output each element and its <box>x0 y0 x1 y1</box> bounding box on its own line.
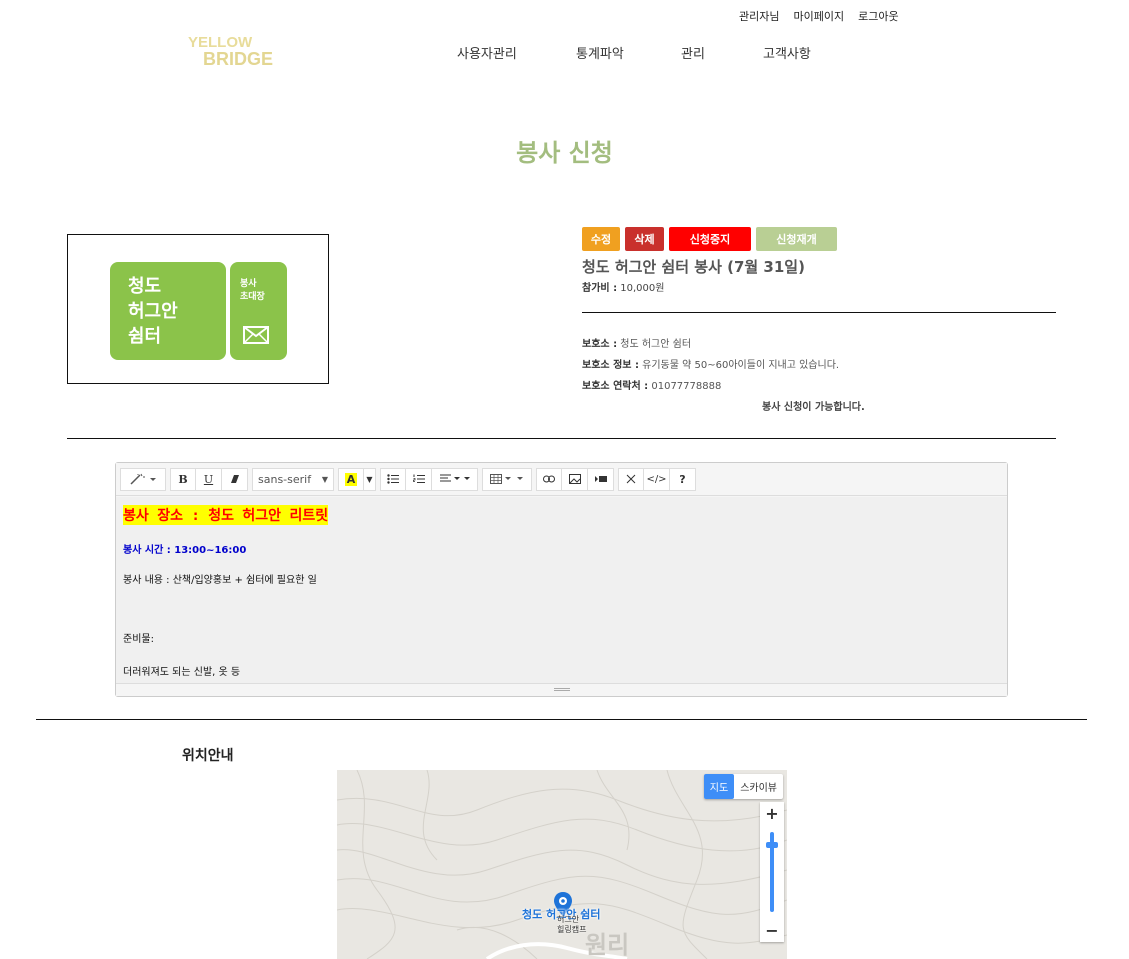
code-view-icon[interactable]: </> <box>644 467 670 491</box>
stop-application-button[interactable]: 신청중지 <box>669 227 751 251</box>
availability-status: 봉사 신청이 가능합니다. <box>762 402 865 413</box>
nav-customer[interactable]: 고객사항 <box>763 43 811 62</box>
marker-sub-line1: 허그안 <box>557 915 580 924</box>
resume-application-button[interactable]: 신청재개 <box>756 227 837 251</box>
action-buttons: 수정 삭제 신청중지 신청재개 <box>582 227 837 251</box>
font-family-select[interactable]: sans-serif ▼ <box>252 467 334 491</box>
shelter-info-label: 보호소 정보 : <box>582 360 639 371</box>
fullscreen-icon[interactable] <box>618 467 644 491</box>
map-type-skyview-button[interactable]: 스카이뷰 <box>734 774 783 799</box>
nav-management[interactable]: 관리 <box>681 43 763 62</box>
shelter-line: 보호소 : 청도 허그안 쉼터 <box>582 335 691 350</box>
ticket-main: 청도 허그안 쉼터 <box>110 262 226 360</box>
shelter-info-value: 유기동물 약 50~60아이들이 지내고 있습니다. <box>642 360 840 371</box>
table-icon[interactable] <box>482 467 532 491</box>
nav-user-management[interactable]: 사용자관리 <box>457 43 576 62</box>
fee-line: 참가비 : 10,000원 <box>582 279 664 294</box>
text-color-icon[interactable]: A <box>338 467 364 491</box>
divider <box>582 312 1056 313</box>
map-type-map-button[interactable]: 지도 <box>703 774 735 799</box>
volunteer-description: 봉사 내용 : 산책/입양홍보 + 쉼터에 필요한 일 <box>123 575 317 586</box>
paragraph-align-icon[interactable] <box>432 467 478 491</box>
editor-toolbar: B U sans-serif ▼ A ▼ </> ? <box>116 463 1007 496</box>
video-icon[interactable] <box>588 467 614 491</box>
contact-line: 보호소 연락처 : 01077778888 <box>582 377 721 392</box>
prep-items: 더러워져도 되는 신발, 옷 등 <box>123 667 241 678</box>
ticket-title-line1: 청도 <box>128 276 162 297</box>
volunteer-time: 봉사 시간 : 13:00~16:00 <box>123 545 247 556</box>
chevron-down-icon: ▼ <box>321 474 328 484</box>
contact-label: 보호소 연락처 : <box>582 381 649 392</box>
main-nav: 사용자관리 통계파악 관리 고객사항 <box>457 43 811 62</box>
location-title: 위치안내 <box>182 748 234 764</box>
fee-label: 참가비 : <box>582 283 618 294</box>
shelter-label: 보호소 : <box>582 339 618 350</box>
editor-content[interactable]: 봉사 장소 : 청도 허그안 리트릿 봉사 시간 : 13:00~16:00 봉… <box>116 497 1007 683</box>
nav-statistics[interactable]: 통계파악 <box>576 43 681 62</box>
fee-value: 10,000원 <box>620 283 665 294</box>
prep-label: 준비물: <box>123 634 154 645</box>
map-type-toggle: 지도 스카이뷰 <box>703 774 783 799</box>
grip-icon <box>554 688 570 691</box>
rich-text-editor: B U sans-serif ▼ A ▼ </> ? 봉사 장소: 청도 허그… <box>115 462 1008 697</box>
marker-sub-line2: 힐링캠프 <box>557 925 587 934</box>
zoom-slider-handle[interactable] <box>766 842 778 848</box>
user-name: 관리자님 <box>739 10 780 23</box>
volunteer-image: 청도 허그안 쉼터 봉사 초대장 <box>67 234 329 384</box>
ticket-sub-line1: 봉사 <box>240 279 257 289</box>
help-icon[interactable]: ? <box>670 467 696 491</box>
ticket-perforation <box>227 266 229 356</box>
logo-line2: BRIDGE <box>203 49 274 69</box>
ticket-title-line3: 쉼터 <box>128 326 162 347</box>
font-family-value: sans-serif <box>258 472 312 486</box>
volunteer-place: 봉사 장소 : 청도 허그안 리트릿 <box>123 505 329 525</box>
editor-resize-handle[interactable] <box>116 683 1007 696</box>
bold-icon[interactable]: B <box>170 467 196 491</box>
map[interactable]: 지도 스카이뷰 + − 청도 허그안 쉼터 허그안 힐링캠프 원리 <box>337 770 787 959</box>
top-links: 관리자님 마이페이지 로그아웃 <box>739 8 899 24</box>
page-title: 봉사 신청 <box>516 139 613 167</box>
ordered-list-icon[interactable] <box>406 467 432 491</box>
ticket-stub: 봉사 초대장 <box>230 262 287 360</box>
eraser-icon[interactable] <box>222 467 248 491</box>
image-icon[interactable] <box>562 467 588 491</box>
logout-link[interactable]: 로그아웃 <box>858 8 898 24</box>
edit-button[interactable]: 수정 <box>582 227 620 251</box>
shelter-value: 청도 허그안 쉼터 <box>620 339 692 350</box>
area-label: 원리 <box>585 931 630 959</box>
contact-value: 01077778888 <box>651 381 722 392</box>
envelope-icon <box>243 326 269 344</box>
marker-sub-label: 허그안 힐링캠프 <box>557 915 586 935</box>
link-icon[interactable] <box>536 467 562 491</box>
chevron-down-icon[interactable]: ▼ <box>364 467 376 491</box>
shelter-info-line: 보호소 정보 : 유기동물 약 50~60아이들이 지내고 있습니다. <box>582 356 839 371</box>
ticket-title-line2: 허그안 <box>128 301 178 322</box>
zoom-in-icon[interactable]: + <box>760 804 784 823</box>
unordered-list-icon[interactable] <box>380 467 406 491</box>
delete-button[interactable]: 삭제 <box>625 227 664 251</box>
divider <box>67 438 1056 439</box>
ticket-sub-line2: 초대장 <box>240 292 265 302</box>
zoom-control: + − <box>760 802 784 942</box>
zoom-out-icon[interactable]: − <box>760 921 784 940</box>
mypage-link[interactable]: 마이페이지 <box>793 8 844 24</box>
underline-icon[interactable]: U <box>196 467 222 491</box>
divider <box>36 719 1087 720</box>
style-magic-icon[interactable] <box>120 467 166 491</box>
volunteer-title: 청도 허그안 쉼터 봉사 (7월 31일) <box>582 258 805 276</box>
logo[interactable]: YELLOW BRIDGE <box>188 34 284 70</box>
ticket-graphic: 청도 허그안 쉼터 봉사 초대장 <box>110 262 287 360</box>
